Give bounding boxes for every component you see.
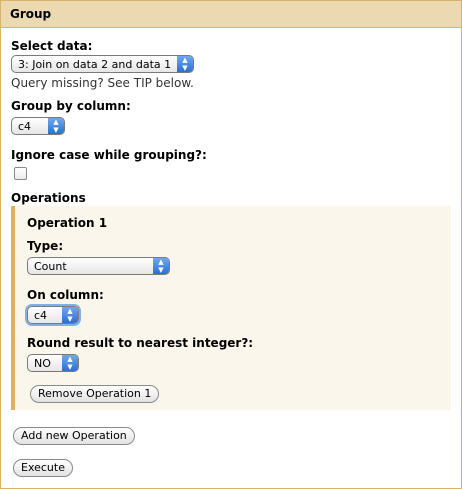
- add-operation-button[interactable]: Add new Operation: [13, 427, 135, 445]
- dropdown-arrows-icon: ▲ ▼: [153, 258, 169, 274]
- panel-title: Group: [1, 1, 461, 28]
- on-column-value: c4: [34, 309, 48, 322]
- operation-title: Operation 1: [27, 216, 108, 230]
- type-label: Type:: [27, 239, 64, 253]
- select-data-label: Select data:: [11, 39, 93, 53]
- select-data-value: 3: Join on data 2 and data 1: [18, 58, 172, 71]
- execute-button[interactable]: Execute: [13, 459, 73, 477]
- group-by-dropdown[interactable]: c4 ▲ ▼: [11, 117, 65, 135]
- ignore-case-checkbox[interactable]: [14, 167, 27, 180]
- round-value: NO: [34, 357, 51, 370]
- round-dropdown[interactable]: NO ▲ ▼: [27, 354, 79, 372]
- remove-operation-button[interactable]: Remove Operation 1: [30, 385, 160, 403]
- round-label: Round result to nearest integer?:: [27, 336, 254, 350]
- dropdown-arrows-icon: ▲ ▼: [62, 307, 78, 323]
- dropdown-arrows-icon: ▲ ▼: [177, 56, 193, 72]
- dropdown-arrows-icon: ▲ ▼: [62, 355, 78, 371]
- on-column-label: On column:: [27, 288, 104, 302]
- dropdown-arrows-icon: ▲ ▼: [48, 118, 64, 134]
- operations-title: Operations: [11, 191, 86, 205]
- select-data-dropdown[interactable]: 3: Join on data 2 and data 1 ▲ ▼: [11, 55, 194, 73]
- select-data-help: Query missing? See TIP below.: [11, 76, 194, 90]
- type-dropdown[interactable]: Count ▲ ▼: [27, 257, 170, 275]
- on-column-dropdown[interactable]: c4 ▲ ▼: [27, 306, 79, 324]
- tool-form-panel: Group Select data: 3: Join on data 2 and…: [0, 0, 462, 489]
- operation-1-block: Operation 1 Type: Count ▲ ▼ On column: c4…: [11, 206, 451, 410]
- ignore-case-label: Ignore case while grouping?:: [11, 148, 207, 162]
- group-by-value: c4: [18, 120, 32, 133]
- type-value: Count: [34, 260, 67, 273]
- group-by-label: Group by column:: [11, 99, 131, 113]
